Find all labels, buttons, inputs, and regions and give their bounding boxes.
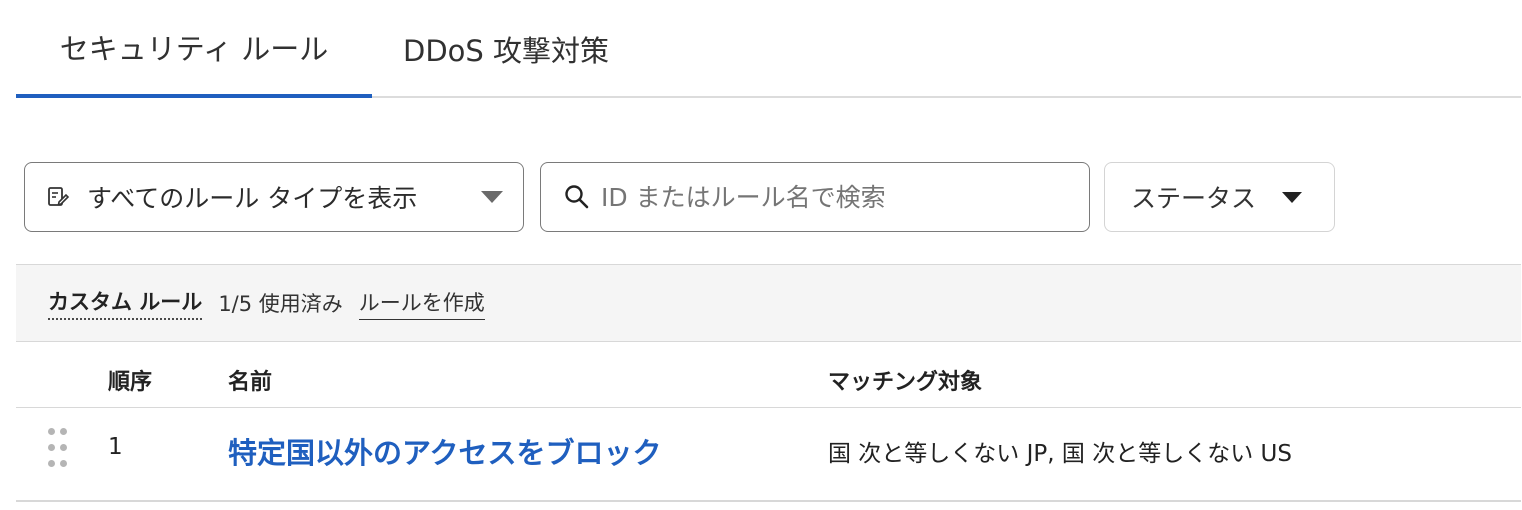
- status-dropdown-label: ステータス: [1131, 184, 1257, 213]
- rule-type-select-label: すべてのルール タイプを表示: [87, 184, 418, 213]
- tab-security-rules[interactable]: セキュリティ ルール: [16, 0, 372, 98]
- tab-security-rules-label: セキュリティ ルール: [59, 32, 329, 66]
- edit-list-icon: [47, 186, 69, 208]
- status-dropdown[interactable]: ステータス: [1104, 162, 1335, 232]
- rules-table-header: 順序 名前 マッチング対象: [16, 342, 1521, 408]
- search-input[interactable]: [599, 181, 1039, 213]
- create-rule-link[interactable]: ルールを作成: [358, 287, 485, 320]
- custom-rules-header: カスタム ルール 1/5 使用済み ルールを作成: [16, 264, 1521, 342]
- tab-bar: セキュリティ ルール DDoS 攻撃対策: [16, 0, 1521, 98]
- search-box: [540, 162, 1090, 232]
- tab-ddos-protection-label: DDoS 攻撃対策: [403, 34, 610, 68]
- table-row: 1 特定国以外のアクセスをブロック 国 次と等しくない JP, 国 次と等しくな…: [16, 408, 1521, 502]
- rule-type-select[interactable]: すべてのルール タイプを表示: [24, 162, 524, 232]
- caret-down-icon: [1282, 191, 1303, 203]
- search-icon: [563, 183, 591, 211]
- rule-name-link[interactable]: 特定国以外のアクセスをブロック: [228, 430, 662, 472]
- chevron-down-icon: [481, 191, 503, 203]
- drag-handle-icon[interactable]: [46, 426, 72, 470]
- custom-rules-usage: 1/5 使用済み: [218, 292, 343, 316]
- header-name: 名前: [228, 370, 273, 395]
- row-match-criteria: 国 次と等しくない JP, 国 次と等しくない US: [828, 441, 1292, 467]
- header-match: マッチング対象: [828, 370, 983, 395]
- custom-rules-title[interactable]: カスタム ルール: [48, 286, 203, 320]
- header-order: 順序: [108, 370, 153, 395]
- tab-ddos-protection[interactable]: DDoS 攻撃対策: [403, 0, 643, 98]
- row-order: 1: [108, 434, 123, 460]
